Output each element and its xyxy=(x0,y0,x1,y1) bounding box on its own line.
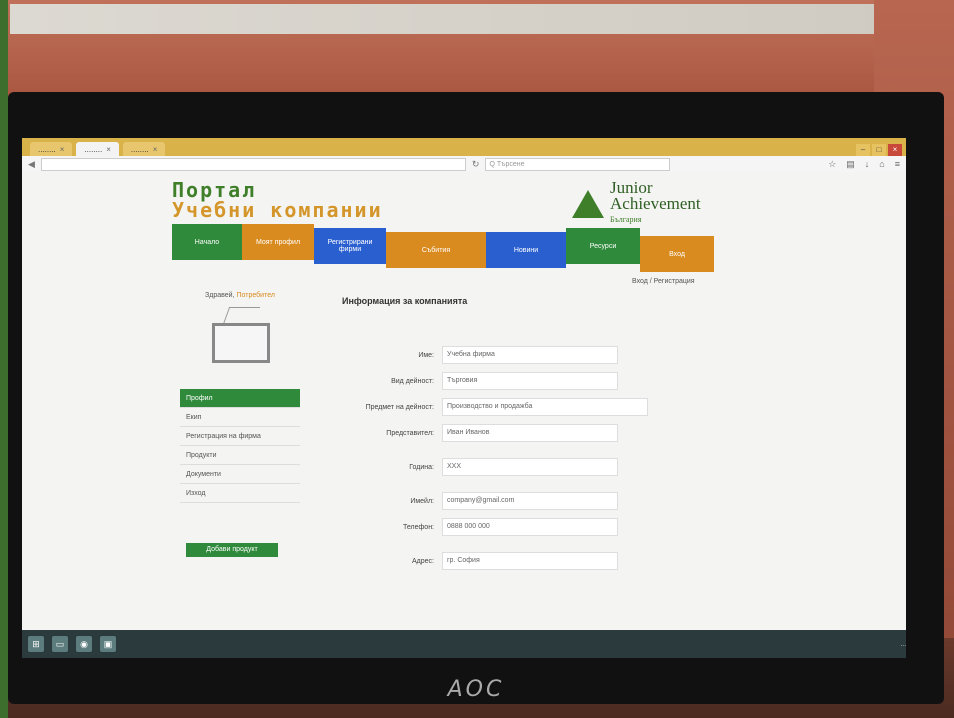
field-value[interactable]: Учебна фирма xyxy=(442,346,618,364)
field-value[interactable]: company@gmail.com xyxy=(442,492,618,510)
company-info: Информация за компанията Име: Учебна фир… xyxy=(342,296,902,578)
window-controls: – □ × xyxy=(856,144,906,156)
os-taskbar: ⊞ ▭ ◉ ▣ ...... xyxy=(22,630,906,658)
field-value[interactable]: Иван Иванов xyxy=(442,424,618,442)
browser-icon[interactable]: ◉ xyxy=(76,636,92,652)
browser-tab[interactable]: ........ × xyxy=(122,142,166,156)
field-label: Телефон: xyxy=(403,523,434,531)
ceiling xyxy=(10,4,950,34)
monitor: ........ × ........ × ........ × – □ × ◀… xyxy=(8,92,944,704)
field-value[interactable]: Производство и продажба xyxy=(442,398,648,416)
nav-news[interactable]: Новини xyxy=(486,232,566,268)
nav-registered-firms[interactable]: Регистрирани фирми xyxy=(314,228,386,264)
url-input[interactable] xyxy=(40,157,466,171)
logo-line2: Achievement xyxy=(610,194,701,213)
explorer-icon[interactable]: ▭ xyxy=(52,636,68,652)
greeting-text: Здравей, xyxy=(205,292,235,299)
reload-icon[interactable]: ↻ xyxy=(472,159,480,170)
search-input[interactable]: Q Търсене xyxy=(485,157,671,171)
sidebar-item-logout[interactable]: Изход xyxy=(180,484,300,503)
junior-achievement-logo[interactable]: Junior Achievement България xyxy=(572,179,701,228)
address-bar: ◀ ↻ Q Търсене ☆ ▤ ↓ ⌂ ≡ xyxy=(22,156,906,173)
nav-resources[interactable]: Ресурси xyxy=(566,228,640,264)
sidebar-item-register-firm[interactable]: Регистрация на фирма xyxy=(180,427,300,446)
field-row: Име: Учебна фирма xyxy=(342,346,902,364)
minimize-icon[interactable]: – xyxy=(856,144,870,156)
portal-title-line2: Учебни компании xyxy=(172,198,383,222)
sidebar-greeting: Здравей, Потребител xyxy=(180,292,300,299)
field-row: Имейл: company@gmail.com xyxy=(342,492,902,510)
sidebar-item-documents[interactable]: Документи xyxy=(180,465,300,484)
window-close-icon[interactable]: × xyxy=(888,144,902,156)
login-register-link[interactable]: Вход / Регистрация xyxy=(632,278,695,285)
field-label: Представител: xyxy=(386,429,434,437)
content-title: Информация за компанията xyxy=(342,296,468,306)
taskbar-status: ...... xyxy=(900,640,906,648)
tab-label: ........ xyxy=(130,144,149,154)
field-value[interactable]: ХХХ xyxy=(442,458,618,476)
screen: ........ × ........ × ........ × – □ × ◀… xyxy=(22,138,906,658)
field-row: Телефон: 0888 000 000 xyxy=(342,518,902,536)
toolbar-icons: ☆ ▤ ↓ ⌂ ≡ xyxy=(828,159,900,170)
browser-tab-active[interactable]: ........ × xyxy=(76,142,119,156)
field-value[interactable]: 0888 000 000 xyxy=(442,518,618,536)
logo-text: Junior Achievement България xyxy=(610,179,701,228)
add-product-button[interactable]: Добави продукт xyxy=(186,543,278,557)
star-icon[interactable]: ☆ xyxy=(828,159,836,170)
field-row: Представител: Иван Иванов xyxy=(342,424,902,442)
portal-title: Портал Учебни компании xyxy=(172,180,383,220)
field-row: Адрес: гр. София xyxy=(342,552,902,570)
bookmarks-icon[interactable]: ▤ xyxy=(846,159,855,170)
field-value[interactable]: гр. София xyxy=(442,552,618,570)
nav-login[interactable]: Вход xyxy=(640,236,714,272)
start-icon[interactable]: ⊞ xyxy=(28,636,44,652)
maximize-icon[interactable]: □ xyxy=(872,144,886,156)
field-label: Вид дейност: xyxy=(391,377,434,385)
home-icon[interactable]: ⌂ xyxy=(879,159,884,170)
sidebar-item-products[interactable]: Продукти xyxy=(180,446,300,465)
download-icon[interactable]: ↓ xyxy=(865,159,870,170)
field-label: Предмет на дейност: xyxy=(365,403,434,411)
close-icon[interactable]: × xyxy=(106,145,111,154)
field-row: Година: ХХХ xyxy=(342,458,902,476)
sidebar-item-profile[interactable]: Профил xyxy=(180,389,300,408)
portal-title-line1: Портал xyxy=(172,178,257,202)
close-icon[interactable]: × xyxy=(60,145,65,154)
greeting-user[interactable]: Потребител xyxy=(236,292,274,299)
field-value[interactable]: Търговия xyxy=(442,372,618,390)
tab-label: ........ xyxy=(38,144,56,154)
sidebar: Здравей, Потребител Профил Екип Регистра… xyxy=(180,292,300,557)
field-label: Име: xyxy=(418,351,434,359)
browser-tabbar: ........ × ........ × ........ × – □ × xyxy=(22,138,906,156)
web-page: Портал Учебни компании Junior Achievemen… xyxy=(22,172,906,630)
sidebar-item-team[interactable]: Екип xyxy=(180,408,300,427)
main-nav: Начало Моят профил Регистрирани фирми Съ… xyxy=(172,224,714,272)
picture-frame-icon xyxy=(212,307,270,363)
field-row: Предмет на дейност: Производство и прода… xyxy=(342,398,902,416)
nav-events[interactable]: Събития xyxy=(386,232,486,268)
browser-tab[interactable]: ........ × xyxy=(30,142,73,156)
close-icon[interactable]: × xyxy=(153,145,158,154)
field-label: Година: xyxy=(409,463,434,471)
tab-label: ........ xyxy=(84,144,103,154)
monitor-brand-logo: AOC xyxy=(447,677,505,702)
nav-profile[interactable]: Моят профил xyxy=(242,224,314,260)
logo-triangle-icon xyxy=(572,190,604,218)
back-icon[interactable]: ◀ xyxy=(28,159,35,170)
nav-home[interactable]: Начало xyxy=(172,224,242,260)
field-row: Вид дейност: Търговия xyxy=(342,372,902,390)
field-label: Адрес: xyxy=(412,557,434,565)
left-edge xyxy=(0,0,8,718)
app-icon[interactable]: ▣ xyxy=(100,636,116,652)
menu-icon[interactable]: ≡ xyxy=(895,159,900,170)
field-label: Имейл: xyxy=(410,497,434,505)
